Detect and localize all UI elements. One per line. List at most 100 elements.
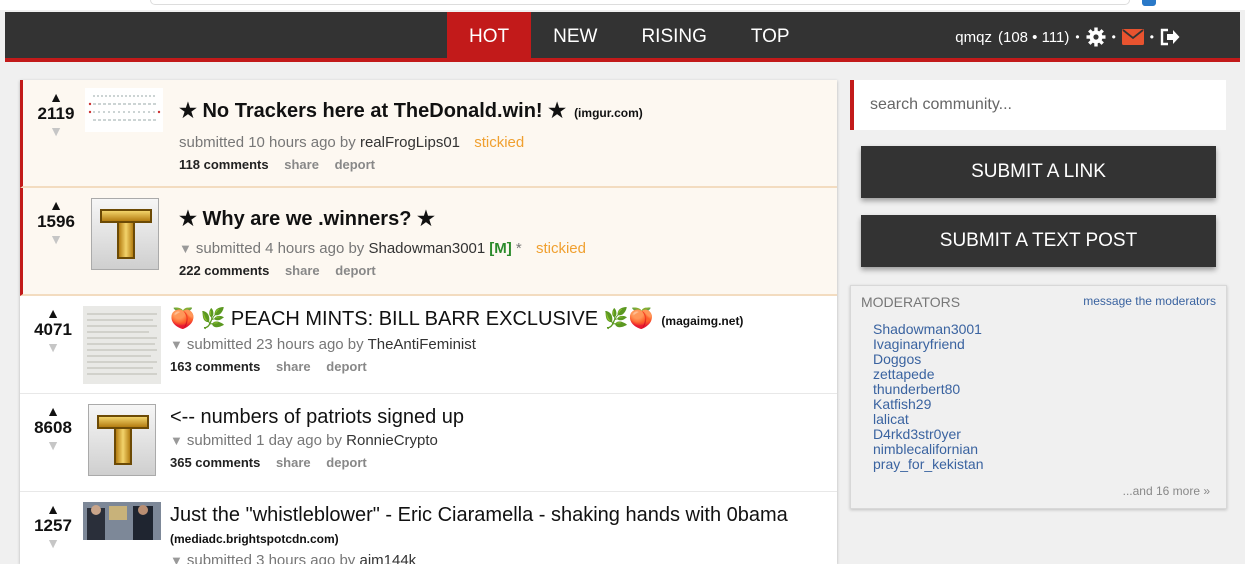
share-link[interactable]: share — [285, 263, 320, 278]
moderator-link[interactable]: thunderbert80 — [873, 382, 984, 397]
post-thumbnail[interactable] — [91, 198, 161, 272]
post-author[interactable]: realFrogLips01 — [360, 134, 460, 151]
post-body: ★ Why are we .winners? ★ ▼ submitted 4 ho… — [179, 206, 829, 278]
stickied-label: stickied — [474, 134, 525, 151]
moderator-list: Shadowman3001 Ivaginaryfriend Doggos zet… — [873, 322, 984, 472]
submitted-text: submitted 4 hours ago by — [195, 240, 365, 257]
deport-link[interactable]: deport — [335, 157, 375, 172]
downvote-arrow-icon[interactable]: ▼ — [31, 232, 81, 246]
moderator-link[interactable]: D4rkd3str0yer — [873, 427, 984, 442]
mail-icon[interactable] — [1121, 29, 1144, 45]
post-title[interactable]: ★ No Trackers here at TheDonald.win! ★ — [179, 100, 566, 122]
more-moderators-link[interactable]: ...and 16 more » — [1123, 484, 1210, 498]
post-thumbnail[interactable] — [88, 404, 158, 478]
moderators-header: MODERATORS — [861, 294, 961, 310]
tab-rising[interactable]: RISING — [619, 12, 728, 62]
post-domain[interactable]: (mediadc.brightspotcdn.com) — [170, 532, 339, 546]
browser-top-strip — [0, 0, 1245, 10]
extension-icon — [1142, 0, 1156, 6]
post-thumbnail[interactable] — [85, 88, 163, 132]
moderator-link[interactable]: Shadowman3001 — [873, 322, 984, 337]
moderator-link[interactable]: zettapede — [873, 367, 984, 382]
post-score: 4071 — [34, 320, 72, 339]
message-moderators-link[interactable]: message the moderators — [1083, 294, 1216, 308]
tab-hot[interactable]: HOT — [447, 12, 532, 62]
post-title[interactable]: ★ Why are we .winners? ★ — [179, 208, 435, 230]
post-author[interactable]: aim144k — [359, 552, 416, 564]
post-links: 163 comments share deport — [170, 359, 829, 374]
moderator-link[interactable]: Doggos — [873, 352, 984, 367]
deport-link[interactable]: deport — [326, 455, 366, 470]
moderator-link[interactable]: pray_for_kekistan — [873, 457, 984, 472]
downvote-arrow-icon[interactable]: ▼ — [31, 124, 81, 138]
stickied-label: stickied — [535, 240, 586, 257]
top-header: HOT NEW RISING TOP qmqz (108 • 111) • • … — [5, 12, 1240, 62]
share-link[interactable]: share — [276, 359, 311, 374]
comments-link[interactable]: 365 comments — [170, 455, 260, 470]
separator: • — [1111, 30, 1116, 44]
expand-triangle-icon[interactable]: ▼ — [170, 553, 183, 564]
post-thumbnail[interactable] — [83, 306, 161, 384]
username[interactable]: qmqz — [955, 29, 992, 46]
vote-box: ▲ 8608 ▼ — [28, 404, 78, 452]
share-link[interactable]: share — [276, 455, 311, 470]
upvote-arrow-icon[interactable]: ▲ — [28, 502, 78, 516]
post-author[interactable]: TheAntiFeminist — [368, 336, 476, 353]
downvote-arrow-icon[interactable]: ▼ — [28, 438, 78, 452]
downvote-arrow-icon[interactable]: ▼ — [28, 340, 78, 354]
separator: • — [1149, 30, 1154, 44]
sort-tabs: HOT NEW RISING TOP — [447, 12, 812, 62]
post-title-row: ★ Why are we .winners? ★ — [179, 206, 829, 232]
tab-top[interactable]: TOP — [729, 12, 812, 62]
post-meta: submitted 10 hours ago by realFrogLips01… — [179, 134, 829, 151]
logout-icon[interactable] — [1160, 28, 1180, 46]
search-box — [850, 80, 1226, 130]
expand-triangle-icon[interactable]: ▼ — [179, 241, 192, 256]
comments-link[interactable]: 163 comments — [170, 359, 260, 374]
user-area: qmqz (108 • 111) • • • — [955, 12, 1180, 62]
deport-link[interactable]: deport — [335, 263, 375, 278]
post-links: 118 comments share deport — [179, 157, 829, 172]
submitted-text: submitted 3 hours ago by — [186, 552, 356, 564]
post-author[interactable]: Shadowman3001 — [368, 240, 485, 257]
comments-link[interactable]: 118 comments — [179, 157, 269, 172]
moderator-tag: [M] — [489, 240, 512, 257]
post-body: Just the "whistleblower" - Eric Ciaramel… — [170, 502, 829, 564]
downvote-arrow-icon[interactable]: ▼ — [28, 536, 78, 550]
submit-text-post-button[interactable]: SUBMIT A TEXT POST — [861, 215, 1216, 267]
moderator-link[interactable]: Katfish29 — [873, 397, 984, 412]
post-title[interactable]: 🍑 🌿 PEACH MINTS: BILL BARR EXCLUSIVE 🌿🍑 — [170, 308, 653, 330]
post-author[interactable]: RonnieCrypto — [346, 432, 438, 449]
moderator-link[interactable]: nimblecalifornian — [873, 442, 984, 457]
post-title-row: Just the "whistleblower" - Eric Ciaramel… — [170, 502, 829, 528]
comments-link[interactable]: 222 comments — [179, 263, 269, 278]
post-item: ▲ 2119 ▼ ★ No Trackers here at TheDonald… — [20, 80, 837, 188]
upvote-arrow-icon[interactable]: ▲ — [31, 90, 81, 104]
gear-icon[interactable] — [1086, 27, 1106, 47]
post-score: 8608 — [34, 418, 72, 437]
upvote-arrow-icon[interactable]: ▲ — [31, 198, 81, 212]
moderators-panel: MODERATORS message the moderators Shadow… — [850, 285, 1227, 509]
post-title[interactable]: Just the "whistleblower" - Eric Ciaramel… — [170, 504, 788, 526]
moderator-link[interactable]: Ivaginaryfriend — [873, 337, 984, 352]
moderator-link[interactable]: lalicat — [873, 412, 984, 427]
post-meta: ▼ submitted 23 hours ago by TheAntiFemini… — [170, 336, 829, 353]
post-body: ★ No Trackers here at TheDonald.win! ★ (i… — [179, 98, 829, 172]
post-domain[interactable]: (magaimg.net) — [661, 314, 743, 328]
post-domain[interactable]: (imgur.com) — [574, 106, 643, 120]
deport-link[interactable]: deport — [326, 359, 366, 374]
share-link[interactable]: share — [284, 157, 319, 172]
vote-box: ▲ 2119 ▼ — [31, 90, 81, 138]
upvote-arrow-icon[interactable]: ▲ — [28, 404, 78, 418]
search-input[interactable] — [854, 80, 1226, 130]
expand-triangle-icon[interactable]: ▼ — [170, 433, 183, 448]
tab-new[interactable]: NEW — [531, 12, 619, 62]
upvote-arrow-icon[interactable]: ▲ — [28, 306, 78, 320]
post-score: 2119 — [37, 104, 75, 123]
post-item: ▲ 1596 ▼ ★ Why are we .winners? ★ ▼ submi… — [20, 188, 837, 296]
post-title[interactable]: <-- numbers of patriots signed up — [170, 406, 464, 428]
submit-link-button[interactable]: SUBMIT A LINK — [861, 146, 1216, 198]
vote-box: ▲ 1257 ▼ — [28, 502, 78, 550]
expand-triangle-icon[interactable]: ▼ — [170, 337, 183, 352]
post-thumbnail[interactable] — [83, 502, 161, 540]
